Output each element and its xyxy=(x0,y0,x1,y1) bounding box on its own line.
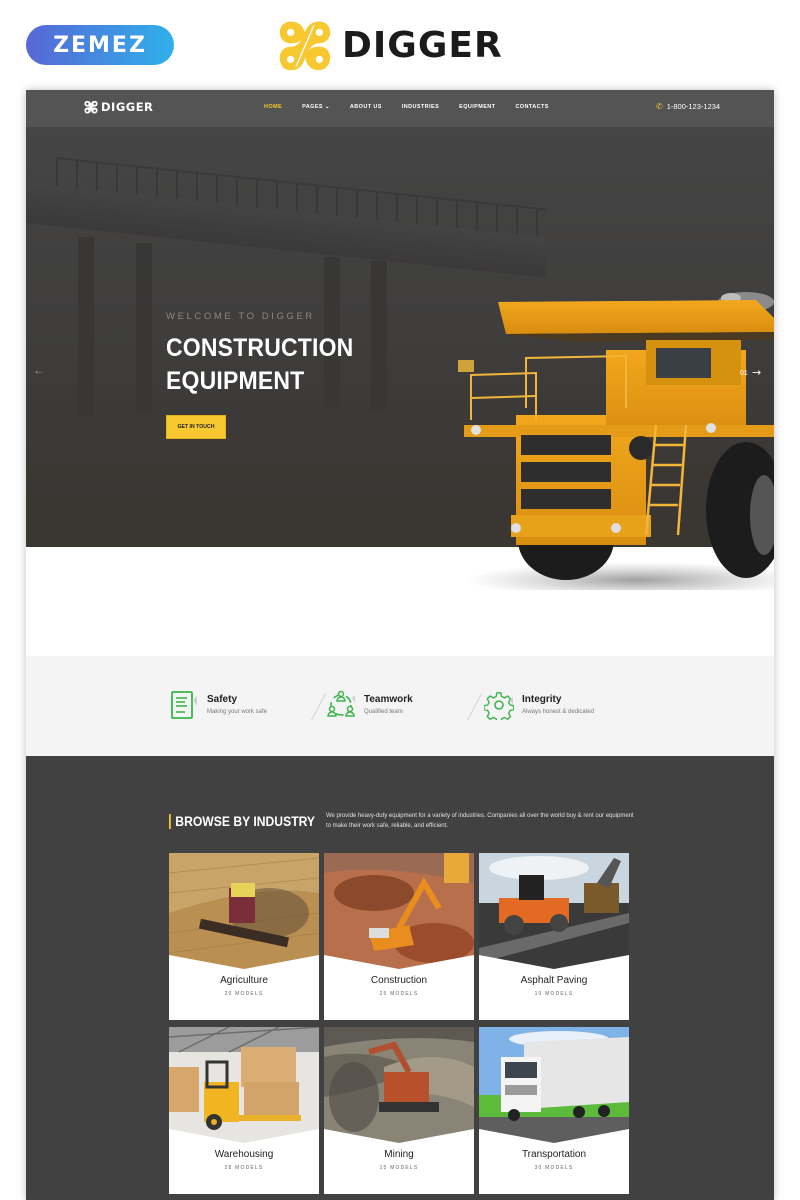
slider-prev-arrow-icon[interactable]: ← xyxy=(33,363,45,377)
nav-menu: HOME PAGES ⌄ ABOUT US INDUSTRIES EQUIPME… xyxy=(264,104,569,110)
card-models: 30 MODELS xyxy=(534,1165,574,1171)
brand-name: DIGGER xyxy=(342,24,503,66)
zemez-logo[interactable]: ZEMEZ xyxy=(26,25,174,65)
feature-desc: Making your work safe xyxy=(207,709,268,715)
document-icon xyxy=(171,691,197,719)
card-name: Asphalt Paving xyxy=(520,975,588,986)
nav-logo[interactable]: DIGGER xyxy=(84,100,153,114)
team-icon xyxy=(327,690,355,717)
nav-logo-text: DIGGER xyxy=(101,100,154,114)
hero-title: CONSTRUCTION EQUIPMENT xyxy=(166,332,353,398)
hero-title-line-1: CONSTRUCTION xyxy=(166,334,354,362)
card-chevron-shape xyxy=(169,955,319,973)
phone-number: 1-800-123-1234 xyxy=(666,102,721,111)
chain-link-logo-icon xyxy=(84,100,98,114)
top-banner: ZEMEZ DIGGER xyxy=(0,0,800,90)
card-models: 25 MODELS xyxy=(379,991,419,997)
card-models: 28 MODELS xyxy=(224,1165,264,1171)
nav-item-about-us[interactable]: ABOUT US xyxy=(350,104,382,110)
get-in-touch-button[interactable]: GET IN TOUCH xyxy=(166,415,226,439)
nav-item-pages[interactable]: PAGES ⌄ xyxy=(302,104,330,110)
nav-item-home[interactable]: HOME xyxy=(264,104,282,110)
card-name: Mining xyxy=(384,1149,414,1160)
feature-name: Safety xyxy=(207,694,238,705)
card-models: 15 MODELS xyxy=(379,1165,419,1171)
chain-link-logo-icon xyxy=(279,21,331,71)
industry-card-asphalt-paving[interactable]: Asphalt Paving 10 MODELS xyxy=(479,853,629,1020)
industry-card-transportation[interactable]: Transportation 30 MODELS xyxy=(479,1027,629,1194)
browse-by-industry-section: BROWSE BY INDUSTRY We provide heavy-duty… xyxy=(26,756,774,1200)
slide-number: 01 xyxy=(740,370,748,377)
card-name: Construction xyxy=(370,975,428,986)
card-chevron-shape xyxy=(479,1129,629,1147)
feature-divider xyxy=(311,693,326,721)
industry-card-warehousing[interactable]: Warehousing 28 MODELS xyxy=(169,1027,319,1194)
industry-card-agriculture[interactable]: Agriculture 20 MODELS xyxy=(169,853,319,1020)
feature-teamwork: Teamwork Qualified team xyxy=(326,690,413,720)
card-chevron-shape xyxy=(324,1129,474,1147)
feature-name: Teamwork xyxy=(364,694,413,705)
section-heading: BROWSE BY INDUSTRY xyxy=(169,814,315,829)
card-name: Agriculture xyxy=(220,975,268,986)
mining-dump-truck-image: 01 → xyxy=(458,292,774,590)
feature-safety: Safety Making your work safe xyxy=(169,690,267,720)
industry-card-construction[interactable]: Construction 25 MODELS xyxy=(324,853,474,1020)
card-chevron-shape xyxy=(479,955,629,973)
hero-title-line-2: EQUIPMENT xyxy=(166,367,305,395)
card-chevron-shape xyxy=(324,955,474,973)
section-description: We provide heavy-duty equipment for a va… xyxy=(326,813,634,829)
nav-item-contacts[interactable]: CONTACTS xyxy=(515,104,548,110)
feature-name: Integrity xyxy=(522,694,562,705)
card-name: Transportation xyxy=(521,1149,587,1160)
feature-integrity: Integrity Always honest & dedicated xyxy=(484,690,594,720)
card-name: Warehousing xyxy=(214,1149,274,1160)
feature-desc: Qualified team xyxy=(364,709,403,715)
card-chevron-shape xyxy=(169,1129,319,1147)
digger-brand-logo: DIGGER xyxy=(278,17,503,73)
nav-item-industries[interactable]: INDUSTRIES xyxy=(402,104,439,110)
main-navbar: DIGGER HOME PAGES ⌄ ABOUT US INDUSTRIES … xyxy=(26,90,774,127)
card-models: 20 MODELS xyxy=(224,991,264,997)
feature-divider xyxy=(467,693,482,721)
card-models: 10 MODELS xyxy=(534,991,574,997)
website-preview: DIGGER HOME PAGES ⌄ ABOUT US INDUSTRIES … xyxy=(26,90,774,1200)
industry-card-mining[interactable]: Mining 15 MODELS xyxy=(324,1027,474,1194)
nav-item-equipment[interactable]: EQUIPMENT xyxy=(459,104,495,110)
gear-icon xyxy=(484,692,514,720)
slider-next-arrow-icon[interactable]: → xyxy=(752,366,761,379)
nav-phone[interactable]: ✆ 1-800-123-1234 xyxy=(656,102,720,111)
feature-desc: Always honest & dedicated xyxy=(522,709,595,715)
phone-icon: ✆ xyxy=(656,102,663,111)
features-strip: Safety Making your work safe Teamwork Qu… xyxy=(26,656,774,756)
hero-subtitle: WELCOME TO DIGGER xyxy=(166,311,315,322)
